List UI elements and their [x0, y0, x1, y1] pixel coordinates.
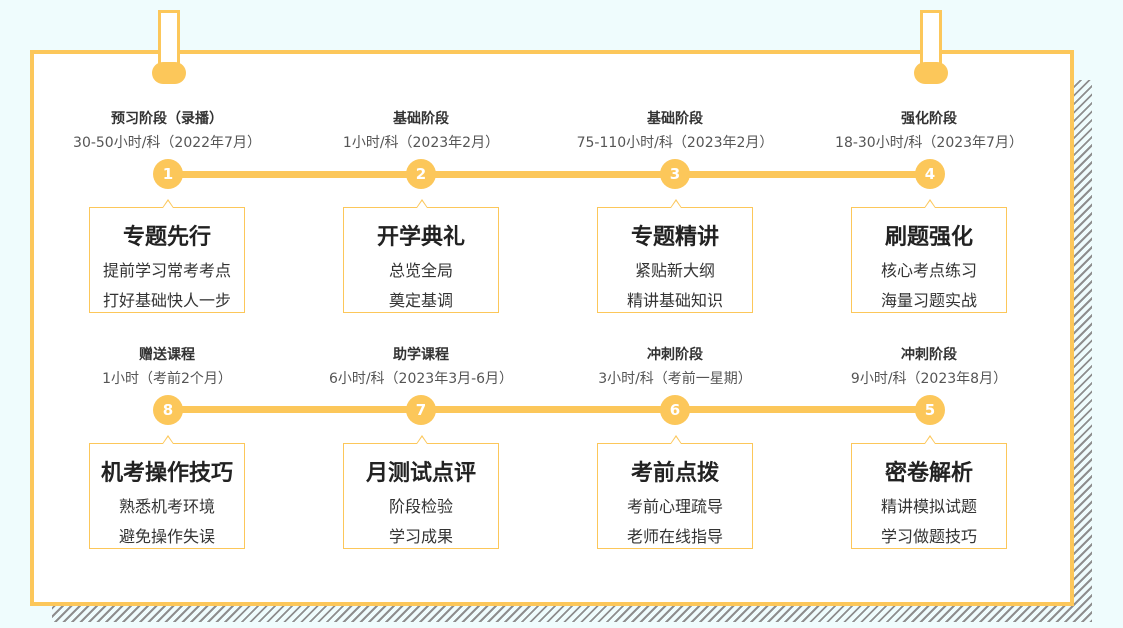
card-line: 总览全局	[388, 261, 453, 280]
card-line: 精讲模拟试题	[880, 497, 977, 516]
card-line: 阶段检验	[388, 497, 453, 516]
stage-detail: 3小时/科（考前一星期）	[598, 371, 752, 387]
card-title: 考前点拨	[630, 461, 719, 486]
stage-name: 冲刺阶段	[647, 347, 703, 363]
card-title: 专题先行	[122, 225, 211, 250]
step-marker-2: 2	[406, 159, 436, 189]
card-title: 月测试点评	[365, 461, 476, 486]
stage-name: 助学课程	[393, 347, 449, 363]
stage-name: 基础阶段	[393, 111, 449, 127]
timeline-line-top	[168, 171, 933, 178]
stage-name: 冲刺阶段	[901, 347, 957, 363]
stage-label-6: 冲刺阶段 3小时/科（考前一星期）	[565, 344, 785, 388]
card-title: 开学典礼	[376, 225, 465, 250]
card-line: 奠定基调	[388, 291, 453, 310]
stage-detail: 30-50小时/科（2022年7月）	[73, 135, 261, 151]
stage-detail: 1小时（考前2个月）	[102, 371, 232, 387]
stage-card-6: 考前点拨 考前心理疏导 老师在线指导	[597, 435, 753, 549]
stage-detail: 9小时/科（2023年8月）	[850, 371, 1008, 387]
card-line: 紧贴新大纲	[634, 261, 715, 280]
stage-detail: 75-110小时/科（2023年2月）	[576, 135, 774, 151]
step-marker-8: 8	[153, 395, 183, 425]
card-line: 老师在线指导	[626, 527, 723, 546]
stage-card-8: 机考操作技巧 熟悉机考环境 避免操作失误	[89, 435, 245, 549]
stage-label-8: 赠送课程 1小时（考前2个月）	[57, 344, 277, 388]
stage-card-1: 专题先行 提前学习常考考点 打好基础快人一步	[89, 199, 245, 313]
stage-label-4: 强化阶段 18-30小时/科（2023年7月）	[819, 108, 1039, 152]
stage-card-2: 开学典礼 总览全局 奠定基调	[343, 199, 499, 313]
card-pointer	[924, 199, 936, 208]
stage-label-2: 基础阶段 1小时/科（2023年2月）	[311, 108, 531, 152]
card-title: 密卷解析	[884, 461, 973, 486]
left-hanger-clip	[152, 10, 186, 84]
stage-card-5: 密卷解析 精讲模拟试题 学习做题技巧	[851, 435, 1007, 549]
card-line: 核心考点练习	[880, 261, 977, 280]
card-pointer	[416, 199, 428, 208]
step-marker-7: 7	[406, 395, 436, 425]
card-line: 熟悉机考环境	[118, 497, 215, 516]
card-line: 提前学习常考考点	[102, 261, 231, 280]
stage-card-3: 专题精讲 紧贴新大纲 精讲基础知识	[597, 199, 753, 313]
stage-detail: 1小时/科（2023年2月）	[342, 135, 500, 151]
card-line: 避免操作失误	[118, 527, 215, 546]
step-marker-5: 5	[915, 395, 945, 425]
right-hanger-clip	[914, 10, 948, 84]
stage-detail: 18-30小时/科（2023年7月）	[835, 135, 1023, 151]
stage-name: 强化阶段	[901, 111, 957, 127]
card-pointer	[670, 435, 682, 444]
card-line: 学习成果	[388, 527, 453, 546]
card-pointer	[924, 435, 936, 444]
card-line: 考前心理疏导	[626, 497, 723, 516]
step-marker-1: 1	[153, 159, 183, 189]
stage-detail: 6小时/科（2023年3月-6月）	[328, 371, 514, 387]
step-marker-3: 3	[660, 159, 690, 189]
card-pointer	[416, 435, 428, 444]
card-title: 刷题强化	[884, 225, 973, 250]
card-line: 学习做题技巧	[880, 527, 977, 546]
stage-card-4: 刷题强化 核心考点练习 海量习题实战	[851, 199, 1007, 313]
card-line: 海量习题实战	[880, 291, 977, 310]
stage-name: 基础阶段	[647, 111, 703, 127]
stage-label-5: 冲刺阶段 9小时/科（2023年8月）	[819, 344, 1039, 388]
card-line: 精讲基础知识	[626, 291, 723, 310]
stage-label-3: 基础阶段 75-110小时/科（2023年2月）	[565, 108, 785, 152]
card-title: 专题精讲	[630, 225, 719, 250]
stage-card-7: 月测试点评 阶段检验 学习成果	[343, 435, 499, 549]
card-pointer	[162, 435, 174, 444]
step-marker-6: 6	[660, 395, 690, 425]
step-marker-4: 4	[915, 159, 945, 189]
stage-label-7: 助学课程 6小时/科（2023年3月-6月）	[311, 344, 531, 388]
card-line: 打好基础快人一步	[102, 291, 231, 310]
stage-name: 赠送课程	[139, 347, 195, 363]
card-title: 机考操作技巧	[100, 461, 233, 486]
timeline-line-bottom	[168, 406, 933, 413]
stage-label-1: 预习阶段（录播） 30-50小时/科（2022年7月）	[57, 108, 277, 152]
stage-name: 预习阶段（录播）	[111, 111, 223, 127]
card-pointer	[670, 199, 682, 208]
card-pointer	[162, 199, 174, 208]
